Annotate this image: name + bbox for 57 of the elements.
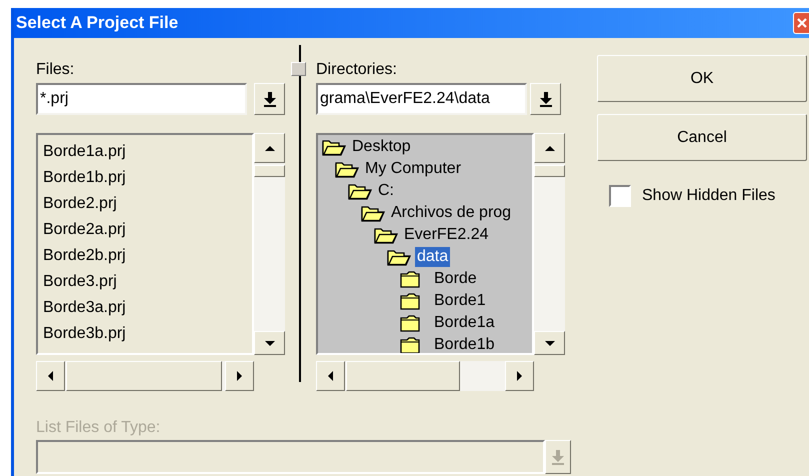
tree-item[interactable]: C:	[376, 181, 396, 201]
file-list-item[interactable]: Borde1b.prj	[42, 165, 127, 191]
triangle-right-icon	[236, 370, 243, 382]
tree-item[interactable]: Borde1a	[432, 313, 496, 333]
download-arrow-icon	[551, 449, 565, 465]
file-list-item[interactable]: Borde1a.prj	[42, 139, 127, 165]
scroll-down-button[interactable]	[254, 331, 285, 355]
tree-item[interactable]: Borde1b	[432, 335, 496, 353]
splitter-handle[interactable]	[291, 62, 306, 76]
triangle-left-icon	[327, 370, 334, 382]
filter-field[interactable]: *.prj	[36, 83, 247, 115]
close-icon	[796, 17, 808, 29]
tree-item[interactable]: data	[415, 247, 450, 267]
triangle-down-icon	[544, 340, 556, 346]
window-title: Select A Project File	[16, 12, 178, 34]
triangle-right-icon	[516, 370, 523, 382]
scroll-right-button[interactable]	[225, 361, 254, 391]
dropdown-button[interactable]	[254, 83, 285, 115]
file-list-item[interactable]: Borde2.prj	[42, 191, 118, 217]
triangle-down-icon	[264, 340, 276, 346]
tree-item[interactable]: Borde1	[432, 291, 488, 311]
close-button[interactable]	[793, 12, 809, 34]
field-label: List Files of Type:	[36, 418, 162, 438]
tree-item[interactable]: EverFE2.24	[402, 225, 490, 245]
file-type-dropdown[interactable]	[36, 440, 545, 474]
field-label: Files:	[36, 60, 76, 80]
download-arrow-icon	[262, 91, 276, 107]
scrollbar-thumb[interactable]	[346, 361, 460, 391]
scroll-down-button[interactable]	[534, 331, 565, 355]
scroll-left-button[interactable]	[36, 361, 65, 391]
tree-item[interactable]: Archivos de prog	[389, 203, 514, 223]
file-list-item[interactable]: Borde2a.prj	[42, 217, 127, 243]
file-list-item[interactable]: Borde3.prj	[42, 269, 118, 295]
download-arrow-icon	[538, 91, 552, 107]
path-field[interactable]: grama\EverFE2.24\data	[316, 83, 527, 115]
scrollbar-thumb[interactable]	[254, 165, 285, 177]
checkbox-label: Show Hidden Files	[642, 186, 776, 206]
triangle-up-icon	[544, 144, 556, 152]
scrollbar-thumb[interactable]	[534, 165, 565, 177]
scroll-right-button[interactable]	[505, 361, 534, 391]
scroll-up-button[interactable]	[254, 133, 285, 163]
scroll-left-button[interactable]	[316, 361, 345, 391]
file-list-item[interactable]: Borde3b.prj	[42, 321, 127, 347]
file-list-item[interactable]: Borde2b.prj	[42, 243, 127, 269]
dropdown-button[interactable]	[530, 83, 561, 115]
triangle-up-icon	[264, 144, 276, 152]
scrollbar-thumb[interactable]	[66, 361, 222, 391]
field-label: Directories:	[316, 60, 398, 80]
triangle-left-icon	[47, 370, 54, 382]
tree-item[interactable]: Desktop	[350, 137, 413, 157]
file-list-item[interactable]: Borde3a.prj	[42, 295, 127, 321]
scroll-up-button[interactable]	[534, 133, 565, 163]
dialog-button[interactable]: OK	[597, 55, 807, 102]
tree-item[interactable]: My Computer	[363, 159, 464, 179]
checkbox[interactable]	[609, 185, 631, 207]
tree-item[interactable]: Borde	[432, 269, 479, 289]
dialog-button[interactable]: Cancel	[597, 114, 807, 161]
